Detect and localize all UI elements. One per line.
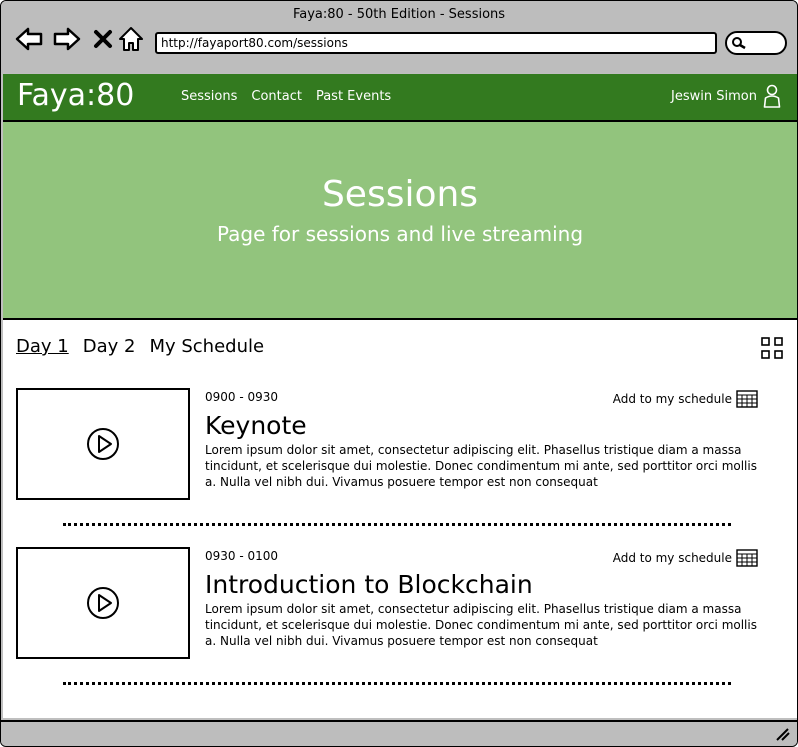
grid-view-icon[interactable] (761, 337, 783, 363)
calendar-table-icon (736, 549, 758, 567)
back-icon[interactable] (15, 25, 43, 53)
sessions-content: Day 1 Day 2 My Schedule 0900 - 0930 Add … (3, 320, 797, 718)
nav-past-events[interactable]: Past Events (316, 89, 391, 104)
session-item: 0900 - 0930 Add to my schedule Keynote L… (16, 388, 776, 513)
play-icon[interactable] (86, 586, 120, 620)
status-bar (1, 720, 797, 746)
session-title: Keynote (205, 411, 307, 440)
calendar-table-icon (736, 390, 758, 408)
forward-icon[interactable] (53, 25, 81, 53)
close-icon[interactable] (89, 25, 117, 53)
home-icon[interactable] (117, 25, 145, 53)
site-logo[interactable]: Faya:80 (17, 76, 134, 116)
window-title: Faya:80 - 50th Edition - Sessions (292, 7, 506, 22)
tab-day-2[interactable]: Day 2 (83, 336, 136, 357)
hero-subtitle: Page for sessions and live streaming (216, 222, 584, 246)
resize-grip-icon[interactable] (775, 727, 791, 741)
session-item: 0930 - 0100 Add to my schedule Introduct… (16, 547, 776, 672)
add-to-schedule-button[interactable]: Add to my schedule (613, 549, 758, 567)
day-tabs: Day 1 Day 2 My Schedule (16, 336, 264, 357)
session-divider (63, 523, 731, 526)
session-description: Lorem ipsum dolor sit amet, consectetur … (205, 443, 757, 489)
session-title: Introduction to Blockchain (205, 570, 533, 599)
browser-window: Faya:80 - 50th Edition - Sessions http:/… (0, 0, 798, 747)
session-divider (63, 682, 731, 685)
video-player[interactable] (16, 388, 190, 500)
user-menu[interactable]: Jeswin Simon (671, 84, 781, 108)
address-bar[interactable]: http://fayaport80.com/sessions (155, 32, 717, 54)
browser-chrome: Faya:80 - 50th Edition - Sessions http:/… (1, 1, 797, 73)
tab-my-schedule[interactable]: My Schedule (149, 336, 264, 357)
session-time: 0900 - 0930 (205, 390, 279, 404)
hero-banner: Sessions Page for sessions and live stre… (3, 122, 797, 320)
tab-day-1[interactable]: Day 1 (16, 336, 69, 357)
search-icon (732, 37, 746, 50)
session-description: Lorem ipsum dolor sit amet, consectetur … (205, 602, 757, 648)
video-player[interactable] (16, 547, 190, 659)
session-time: 0930 - 0100 (205, 549, 279, 563)
add-to-schedule-label: Add to my schedule (612, 551, 732, 565)
site-navbar: Faya:80 Sessions Contact Past Events Jes… (3, 74, 797, 122)
play-icon[interactable] (86, 427, 120, 461)
main-nav: Sessions Contact Past Events (181, 89, 391, 104)
user-name: Jeswin Simon (671, 88, 757, 104)
nav-sessions[interactable]: Sessions (181, 89, 237, 104)
add-to-schedule-button[interactable]: Add to my schedule (613, 390, 758, 408)
nav-contact[interactable]: Contact (251, 89, 302, 104)
user-icon (763, 84, 781, 108)
add-to-schedule-label: Add to my schedule (612, 392, 732, 406)
hero-title: Sessions (321, 174, 479, 215)
browser-search-field[interactable] (725, 31, 787, 55)
